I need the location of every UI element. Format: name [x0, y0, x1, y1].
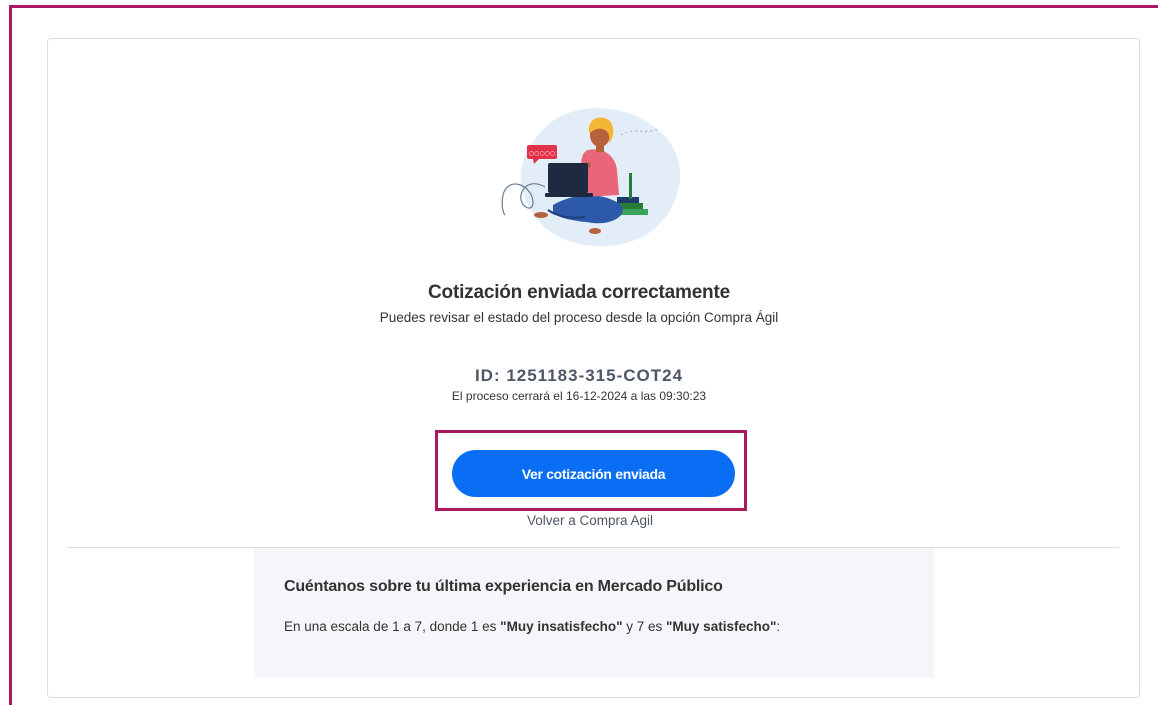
- survey-question-suffix: :: [776, 619, 781, 634]
- survey-title: Cuéntanos sobre tu última experiencia en…: [284, 578, 723, 595]
- woman-laptop-illustration-icon: ○○○○○: [501, 108, 680, 247]
- quote-id: ID: 1251183-315-COT24: [474, 366, 684, 385]
- scale-max-label: "Muy satisfecho": [666, 619, 777, 634]
- confirmation-title: Cotización enviada correctamente: [428, 282, 730, 303]
- survey-panel: Cuéntanos sobre tu última experiencia en…: [254, 548, 934, 678]
- survey-question-middle: y 7 es: [622, 619, 667, 634]
- scale-min-label: "Muy insatisfecho": [500, 619, 623, 634]
- back-to-compra-agil-link[interactable]: Volver a Compra Agil: [0, 513, 1158, 528]
- survey-question: En una escala de 1 a 7, donde 1 es "Muy …: [284, 619, 780, 634]
- process-close-note: El proceso cerrará el 16-12-2024 a las 0…: [451, 389, 707, 403]
- chat-bubble-text: ○○○○○: [529, 150, 555, 157]
- survey-question-prefix: En una escala de 1 a 7, donde 1 es: [284, 619, 501, 634]
- confirmation-subtitle: Puedes revisar el estado del proceso des…: [379, 310, 779, 325]
- view-quote-button[interactable]: Ver cotización enviada: [452, 450, 735, 497]
